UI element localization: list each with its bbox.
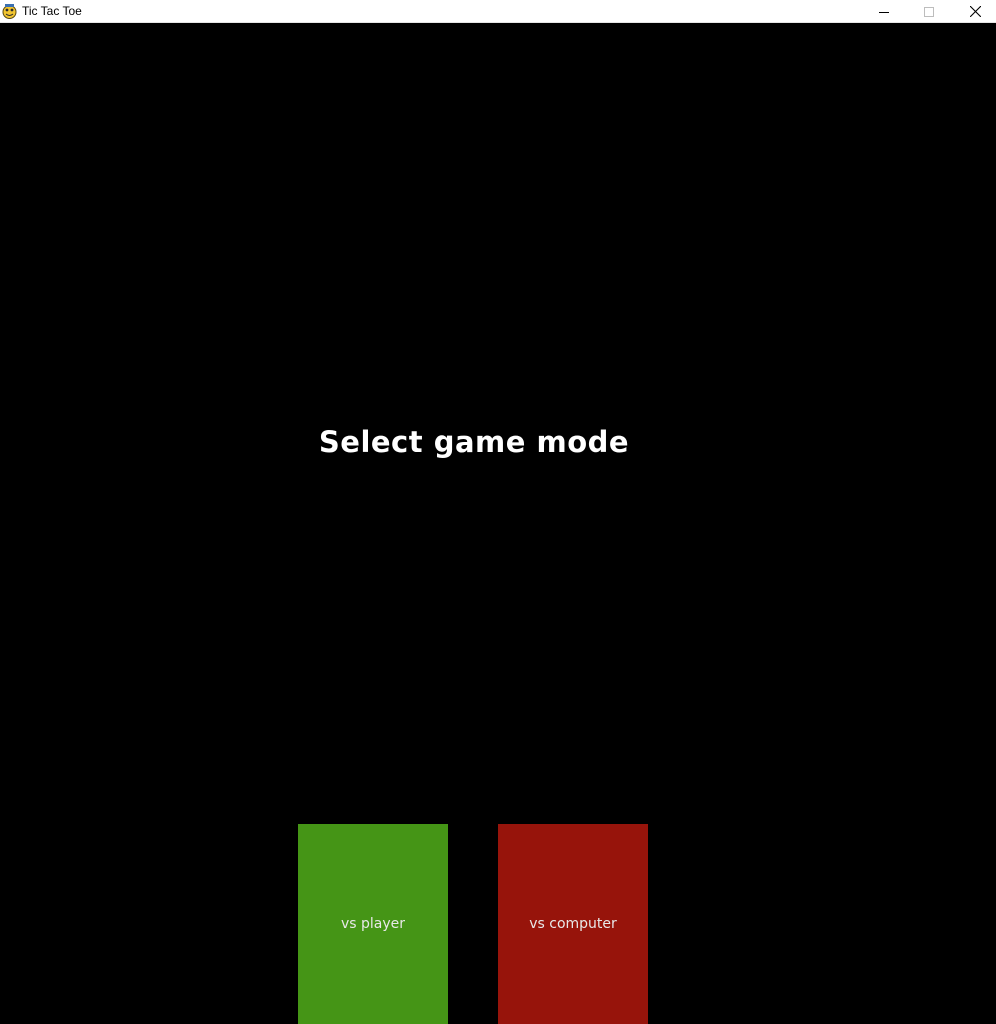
vs-computer-button[interactable]: vs computer xyxy=(498,824,648,1024)
game-window: Tic Tac Toe Select game mode vs player v… xyxy=(0,0,996,1024)
vs-player-button[interactable]: vs player xyxy=(298,824,448,1024)
close-icon xyxy=(969,2,981,21)
vs-computer-label: vs computer xyxy=(529,916,617,932)
maximize-icon xyxy=(924,2,934,21)
minimize-button[interactable] xyxy=(861,0,907,22)
vs-player-label: vs player xyxy=(340,916,406,932)
maximize-button[interactable] xyxy=(906,0,952,22)
minimize-icon xyxy=(879,2,889,21)
menu-heading: Select game mode xyxy=(318,425,630,459)
pygame-snake-icon xyxy=(2,3,17,19)
title-bar[interactable]: Tic Tac Toe xyxy=(0,0,996,23)
close-button[interactable] xyxy=(952,0,996,22)
window-title: Tic Tac Toe xyxy=(22,4,82,18)
game-canvas: Select game mode vs player vs computer xyxy=(0,23,996,1024)
